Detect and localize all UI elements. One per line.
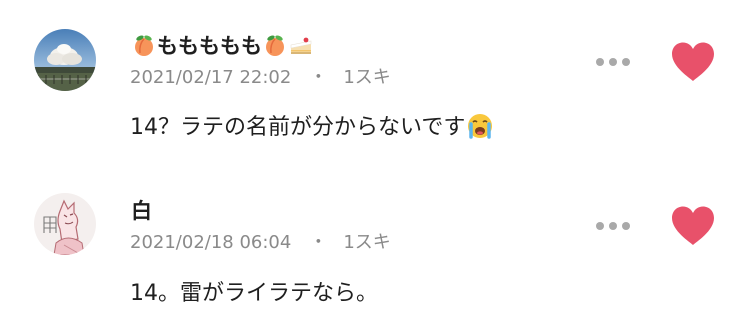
avatar[interactable] (34, 29, 96, 91)
author-name-text: ももももも (157, 34, 262, 58)
dot-icon (609, 58, 617, 66)
more-options-button[interactable] (596, 220, 636, 232)
meta-separator: ・ (309, 67, 328, 88)
cake-slice-emoji-icon (290, 37, 312, 54)
dot-icon (596, 58, 604, 66)
comment-author[interactable]: ももももも (131, 33, 314, 59)
like-button[interactable] (670, 205, 716, 247)
comment-meta: 2021/02/17 22:02 ・ 1スキ (130, 67, 391, 89)
more-options-button[interactable] (596, 56, 636, 68)
comment-text: 14？ラテの名前が分からないです (130, 114, 495, 142)
heart-icon (672, 206, 714, 245)
heart-icon (672, 42, 714, 81)
comment-date: 2021/02/18 06:04 (130, 232, 292, 253)
loudly-crying-face-emoji-icon (468, 114, 493, 139)
comment-date: 2021/02/17 22:02 (130, 67, 292, 88)
peach-emoji-icon (135, 35, 153, 56)
like-count[interactable]: 1スキ (343, 67, 390, 88)
author-name-text: 白 (131, 199, 152, 223)
peach-emoji-icon (266, 35, 284, 56)
comment-item: 白 2021/02/18 06:04 ・ 1スキ 14。雷がライラテなら。 (0, 163, 747, 323)
like-count[interactable]: 1スキ (343, 232, 390, 253)
dot-icon (622, 222, 630, 230)
comment-text: 14。雷がライラテなら。 (130, 280, 378, 308)
avatar-illustration-image (34, 193, 96, 255)
comment-meta: 2021/02/18 06:04 ・ 1スキ (130, 232, 391, 254)
like-button[interactable] (670, 41, 716, 83)
comment-text-content: 14？ラテの名前が分からないです (130, 115, 466, 140)
avatar-landscape-image (34, 29, 96, 91)
dot-icon (609, 222, 617, 230)
comment-item: ももももも 2021/02/17 22:02 ・ 1スキ 14？ラテの名前が分からな… (0, 0, 747, 160)
comment-author[interactable]: 白 (131, 198, 152, 224)
comment-text-content: 14。雷がライラテなら。 (130, 281, 378, 306)
dot-icon (596, 222, 604, 230)
dot-icon (622, 58, 630, 66)
meta-separator: ・ (309, 232, 328, 253)
avatar[interactable] (34, 193, 96, 255)
